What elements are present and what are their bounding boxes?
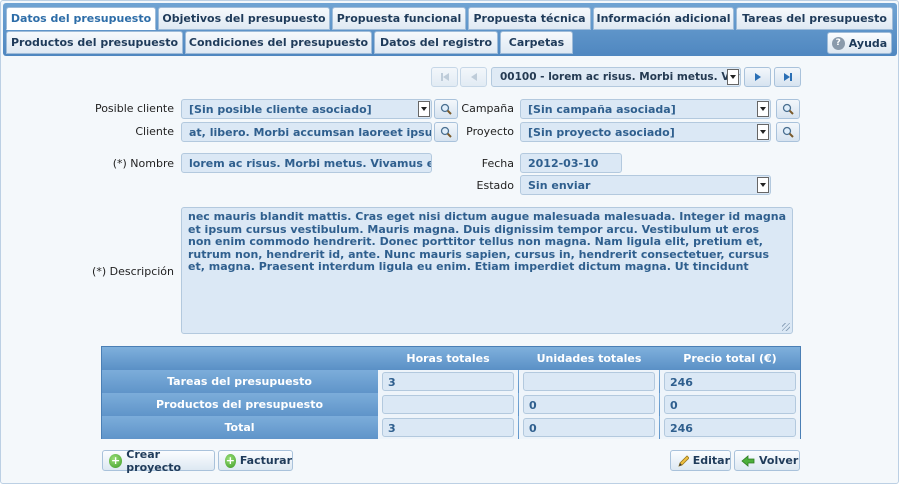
header-precio-total: Precio total (€) — [683, 352, 777, 365]
descripcion-textarea[interactable]: nec mauris blandit mattis. Cras eget nis… — [181, 207, 793, 334]
tab-carpetas[interactable]: Carpetas — [500, 31, 573, 54]
campana-select[interactable]: [Sin campaña asociada] — [520, 99, 771, 119]
previous-icon — [470, 73, 477, 81]
cliente-field[interactable]: at, libero. Morbi accumsan laoreet ipsum… — [181, 122, 432, 142]
facturar-label: Facturar — [239, 454, 292, 467]
descripcion-label: (*) Descripción — [92, 265, 174, 278]
crear-proyecto-label: Crear proyecto — [126, 447, 182, 474]
facturar-button[interactable]: + Facturar — [218, 450, 293, 471]
estado-select[interactable]: Sin enviar — [520, 175, 771, 195]
fecha-label: Fecha — [481, 157, 514, 170]
total-precio-field: 246 — [664, 418, 796, 437]
first-record-button[interactable] — [431, 67, 458, 87]
volver-label: Volver — [759, 454, 799, 467]
search-icon — [782, 103, 794, 115]
row-label-productos: Productos del presupuesto — [155, 398, 324, 411]
productos-precio-field: 0 — [664, 395, 796, 414]
next-record-button[interactable] — [744, 67, 771, 87]
tab-propuesta-tecnica[interactable]: Propuesta técnica — [468, 7, 591, 30]
budget-window: Datos del presupuesto Objetivos del pres… — [0, 0, 899, 484]
posible-cliente-value: [Sin posible cliente asociado] — [189, 103, 372, 116]
record-selector-value: 00100 - lorem ac risus. Morbi metus. Viv… — [500, 71, 740, 83]
campana-search-button[interactable] — [776, 99, 800, 119]
campana-label: Campaña — [461, 102, 514, 115]
tareas-precio-field: 246 — [664, 372, 796, 391]
tab-objetivos-presupuesto[interactable]: Objetivos del presupuesto — [158, 7, 330, 30]
back-arrow-icon — [741, 454, 755, 467]
crear-proyecto-button[interactable]: + Crear proyecto — [102, 447, 215, 474]
resize-grip-icon[interactable] — [782, 323, 790, 331]
proyecto-select[interactable]: [Sin proyecto asociado] — [520, 122, 771, 142]
header-horas-totales: Horas totales — [406, 352, 490, 365]
total-horas-field: 3 — [382, 418, 514, 437]
header-unidades-totales: Unidades totales — [536, 352, 642, 365]
last-record-button[interactable] — [774, 67, 801, 87]
tab-tareas-presupuesto[interactable]: Tareas del presupuesto — [736, 7, 893, 30]
help-icon: ? — [831, 36, 845, 50]
tab-bar: Datos del presupuesto Objetivos del pres… — [3, 3, 897, 56]
table-row: Total 3 0 246 — [102, 416, 800, 439]
proyecto-value: [Sin proyecto asociado] — [528, 126, 675, 139]
pencil-icon — [678, 454, 689, 467]
totals-header-row: Horas totales Unidades totales Precio to… — [102, 347, 800, 370]
chevron-down-icon — [757, 124, 769, 140]
editar-button[interactable]: Editar — [670, 450, 731, 471]
last-icon — [783, 73, 792, 81]
row-label-tareas: Tareas del presupuesto — [167, 375, 312, 388]
first-icon — [440, 73, 449, 81]
add-icon: + — [225, 453, 236, 468]
previous-record-button[interactable] — [460, 67, 487, 87]
totals-table: Horas totales Unidades totales Precio to… — [101, 346, 801, 439]
posible-cliente-select[interactable]: [Sin posible cliente asociado] — [181, 99, 432, 119]
tab-datos-registro[interactable]: Datos del registro — [374, 31, 498, 54]
posible-cliente-label: Posible cliente — [94, 102, 174, 115]
fecha-field[interactable]: 2012-03-10 — [520, 153, 622, 173]
tab-datos-presupuesto[interactable]: Datos del presupuesto — [6, 7, 156, 30]
estado-value: Sin enviar — [528, 179, 591, 192]
productos-horas-field — [382, 395, 514, 414]
next-icon — [754, 73, 761, 81]
tab-condiciones-presupuesto[interactable]: Condiciones del presupuesto — [185, 31, 372, 54]
estado-label: Estado — [476, 179, 514, 192]
help-button[interactable]: ? Ayuda — [827, 32, 892, 54]
nombre-field[interactable]: lorem ac risus. Morbi metus. Vivamus eui… — [181, 153, 432, 173]
chevron-down-icon — [757, 101, 769, 117]
campana-value: [Sin campaña asociada] — [528, 103, 676, 116]
table-row: Productos del presupuesto 0 0 — [102, 393, 800, 416]
proyecto-label: Proyecto — [466, 125, 514, 138]
tab-propuesta-funcional[interactable]: Propuesta funcional — [332, 7, 466, 30]
total-unidades-field: 0 — [523, 418, 655, 437]
tab-productos-presupuesto[interactable]: Productos del presupuesto — [6, 31, 183, 54]
chevron-down-icon — [727, 69, 739, 85]
proyecto-search-button[interactable] — [776, 122, 800, 142]
descripcion-text: nec mauris blandit mattis. Cras eget nis… — [188, 210, 786, 273]
tab-informacion-adicional[interactable]: Información adicional — [593, 7, 734, 30]
editar-label: Editar — [692, 454, 730, 467]
productos-unidades-field: 0 — [523, 395, 655, 414]
row-label-total: Total — [224, 421, 255, 434]
nombre-label: (*) Nombre — [112, 157, 174, 170]
tareas-unidades-field — [523, 372, 655, 391]
tareas-horas-field: 3 — [382, 372, 514, 391]
add-icon: + — [109, 453, 123, 468]
cliente-label: Cliente — [135, 125, 174, 138]
volver-button[interactable]: Volver — [734, 450, 800, 471]
chevron-down-icon — [418, 101, 430, 117]
help-label: Ayuda — [848, 36, 888, 50]
search-icon — [782, 126, 794, 138]
chevron-down-icon — [757, 177, 769, 193]
table-row: Tareas del presupuesto 3 246 — [102, 370, 800, 393]
record-selector[interactable]: 00100 - lorem ac risus. Morbi metus. Viv… — [491, 67, 741, 87]
